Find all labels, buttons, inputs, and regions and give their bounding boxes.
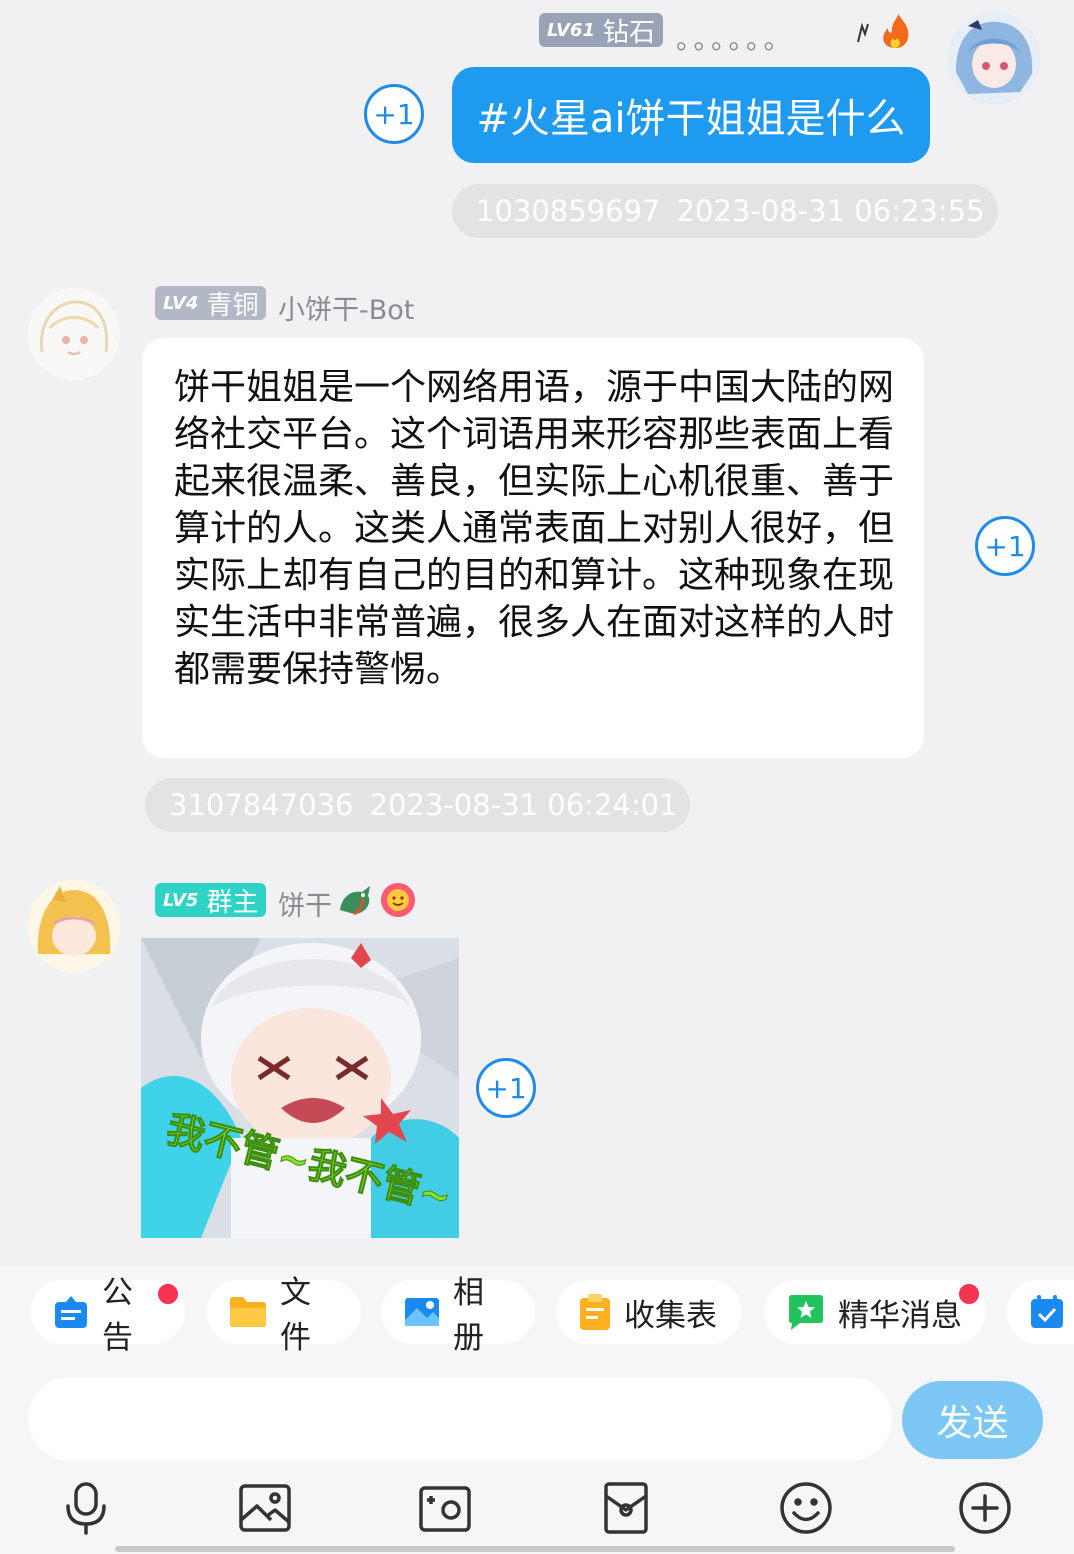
message-time: 2023-08-31 06:24:01 <box>369 788 678 822</box>
level-badge: LV4 青铜 <box>155 286 267 321</box>
unread-dot <box>156 1282 180 1306</box>
message-text: 饼干姐姐是一个网络用语，源于中国大陆的网络社交平台。这个词语用来形容那些表面上看… <box>174 367 895 690</box>
image-icon[interactable] <box>237 1480 293 1536</box>
owner-avatar[interactable] <box>28 880 120 972</box>
chip-label: 公告 <box>102 1275 133 1356</box>
level-title: 群主 <box>206 887 259 918</box>
sender-name[interactable]: 饼干 <box>278 884 332 923</box>
flower-badge-icon <box>380 882 416 918</box>
send-button[interactable]: 发送 <box>902 1381 1043 1459</box>
chip-files[interactable]: 文件 <box>206 1275 361 1356</box>
level-text: LV61 <box>547 19 595 41</box>
self-avatar[interactable] <box>948 12 1040 104</box>
red-packet-icon[interactable] <box>598 1480 654 1536</box>
message-meta: 1030859697 2023-08-31 06:23:55 <box>452 184 998 238</box>
clipboard-icon <box>578 1292 612 1332</box>
calendar-icon <box>1028 1293 1066 1331</box>
chip-label: 相册 <box>453 1275 484 1356</box>
microphone-icon[interactable] <box>58 1480 114 1536</box>
level-badge: LV61 钻石 <box>539 13 663 48</box>
chip-highlights[interactable]: 精华消息 <box>764 1280 986 1344</box>
folder-icon <box>228 1294 268 1330</box>
level-title: 钻石 <box>602 17 655 48</box>
highlights-icon <box>786 1292 826 1332</box>
message-bubble-bot[interactable]: 饼干姐姐是一个网络用语，源于中国大陆的网络社交平台。这个词语用来形容那些表面上看… <box>142 338 924 758</box>
level-text: LV5 <box>163 889 199 911</box>
unread-dot <box>957 1282 981 1306</box>
sender-id: 1030859697 <box>476 194 661 228</box>
plus-one-button[interactable]: +1 <box>476 1058 536 1118</box>
message-time: 2023-08-31 06:23:55 <box>676 194 985 228</box>
message-input[interactable] <box>28 1377 892 1463</box>
dragon-icon <box>336 880 376 920</box>
message-text: #火星ai饼干姐姐是什么 <box>476 96 906 142</box>
plus-one-button[interactable]: +1 <box>364 84 424 144</box>
level-badge: LV5 群主 <box>155 883 267 918</box>
fire-emoji-icon <box>852 12 912 52</box>
sender-name[interactable]: 。。。。。。 <box>676 18 795 57</box>
message-meta: 3107847036 2023-08-31 06:24:01 <box>145 778 690 832</box>
level-text: LV4 <box>163 292 199 314</box>
chip-form[interactable]: 收集表 <box>556 1280 742 1344</box>
sender-name[interactable]: 小饼干-Bot <box>278 288 414 327</box>
sticker-image[interactable]: 我不管~我不管~ <box>141 938 459 1238</box>
camera-icon[interactable] <box>417 1480 473 1536</box>
level-title: 青铜 <box>206 290 259 321</box>
message-input-field[interactable] <box>60 1377 864 1463</box>
album-icon <box>403 1294 441 1330</box>
message-bubble-self[interactable]: #火星ai饼干姐姐是什么 <box>452 67 930 163</box>
chip-label: 收集表 <box>624 1297 717 1334</box>
chip-calendar[interactable] <box>1006 1280 1074 1344</box>
chip-label: 精华消息 <box>838 1297 962 1334</box>
chip-label: 文件 <box>280 1275 311 1356</box>
sender-id: 3107847036 <box>169 788 354 822</box>
announcement-icon <box>52 1293 90 1331</box>
bot-avatar[interactable] <box>28 288 120 380</box>
plus-one-button[interactable]: +1 <box>975 516 1035 576</box>
emoji-icon[interactable] <box>778 1480 834 1536</box>
scroll-indicator <box>115 1546 955 1552</box>
more-plus-icon[interactable] <box>957 1480 1013 1536</box>
chip-album[interactable]: 相册 <box>381 1275 535 1356</box>
